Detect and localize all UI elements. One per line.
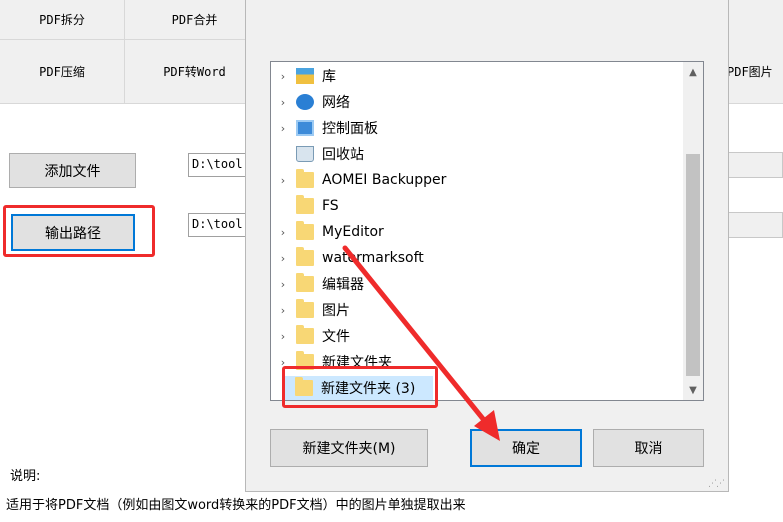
annotation-arrow (342, 245, 500, 441)
annotation-arrow-shaft (342, 245, 495, 433)
